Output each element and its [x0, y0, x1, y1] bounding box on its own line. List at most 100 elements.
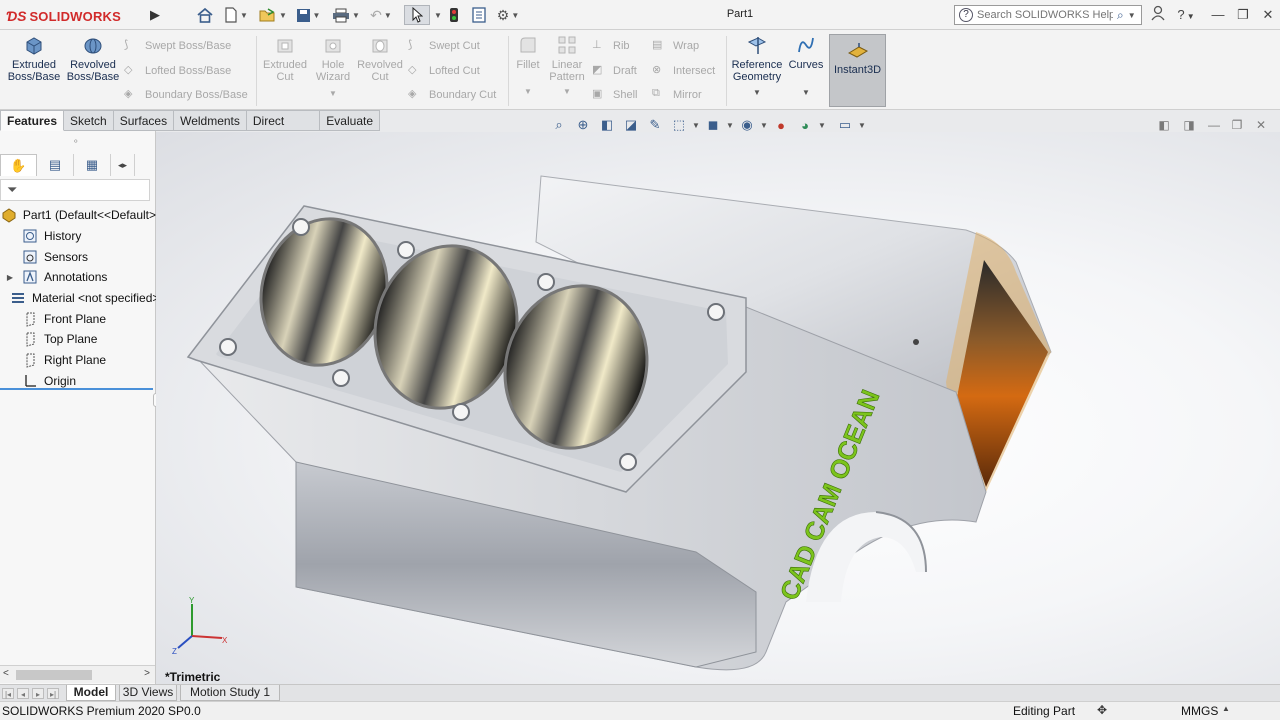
property-manager-tab-icon[interactable]: ▤	[37, 154, 74, 176]
curves-dropdown-icon[interactable]: ▼	[786, 87, 826, 99]
extruded-cut-button[interactable]: Extruded Cut	[260, 34, 310, 83]
search-input[interactable]	[977, 9, 1113, 21]
rebuild-icon[interactable]	[444, 5, 464, 25]
extruded-boss-button[interactable]: Extruded Boss/Base	[6, 34, 62, 83]
intersect-button[interactable]: ⊗ Intersect	[652, 61, 715, 81]
part-model-3d[interactable]: CAD CAM OCEAN	[156, 132, 1280, 684]
close-icon[interactable]: ✕	[1258, 5, 1278, 25]
view-settings-dropdown-icon[interactable]: ▼	[858, 121, 866, 130]
tree-item-right-plane[interactable]: Right Plane	[0, 350, 156, 371]
unit-system-dropdown-icon[interactable]: ▲	[1222, 704, 1230, 713]
display-style-dropdown-icon[interactable]: ▼	[726, 121, 734, 130]
tree-item-history[interactable]: History	[0, 226, 156, 247]
swept-boss-button[interactable]: ⟆ Swept Boss/Base	[124, 36, 231, 56]
rebuild-status-icon[interactable]: ✥	[1097, 703, 1107, 717]
graphics-area[interactable]: CAD CAM OCEAN Y X Z *Trimetric	[156, 132, 1280, 684]
tab-direct-editing[interactable]: Direct Editing	[246, 110, 321, 148]
boundary-boss-label: Boundary Boss/Base	[145, 89, 248, 101]
revolved-boss-button[interactable]: Revolved Boss/Base	[66, 34, 120, 83]
lofted-boss-button[interactable]: ◇ Lofted Boss/Base	[124, 61, 231, 81]
tab-model[interactable]: Model	[66, 685, 116, 701]
open-icon[interactable]: ▼	[256, 5, 290, 25]
rollback-bar[interactable]	[0, 388, 153, 390]
tree-item-front-plane[interactable]: Front Plane	[0, 308, 156, 329]
boundary-cut-button[interactable]: ◈ Boundary Cut	[408, 85, 496, 105]
shell-button[interactable]: ▣ Shell	[592, 85, 637, 105]
menu-expand-arrow-icon[interactable]: ▶	[150, 6, 162, 24]
restore-icon[interactable]: ❐	[1233, 5, 1253, 25]
curves-button[interactable]: Curves ▼	[786, 34, 826, 99]
tab-3d-views[interactable]: 3D Views	[119, 685, 177, 701]
apply-scene-dropdown-icon[interactable]: ▼	[818, 121, 826, 130]
print-icon[interactable]: ▼	[330, 5, 362, 25]
first-tab-icon[interactable]: |◂	[2, 688, 14, 699]
fillet-dropdown-icon[interactable]: ▼	[512, 86, 544, 98]
tree-item-label: Top Plane	[44, 332, 98, 347]
scrollbar-thumb[interactable]	[16, 670, 92, 680]
revolved-cut-icon	[372, 39, 388, 53]
last-tab-icon[interactable]: ▸|	[47, 688, 59, 699]
tab-evaluate[interactable]: Evaluate	[320, 110, 380, 131]
status-bar: SOLIDWORKS Premium 2020 SP0.0 Editing Pa…	[0, 701, 1280, 720]
next-tab-icon[interactable]: ▸	[32, 688, 44, 699]
tab-motion-study-1[interactable]: Motion Study 1	[180, 685, 280, 701]
tree-horizontal-scrollbar[interactable]: < >	[0, 665, 155, 683]
undo-icon[interactable]: ↶ ▼	[368, 5, 394, 25]
draft-button[interactable]: ◩ Draft	[592, 61, 637, 81]
panel-tabs-scroll-icon[interactable]: ◂▸	[111, 154, 135, 176]
tab-surfaces[interactable]: Surfaces	[113, 110, 175, 131]
scroll-right-icon[interactable]: >	[144, 668, 150, 679]
annotations-icon	[22, 269, 38, 285]
help-menu-icon[interactable]: ? ▼	[1172, 5, 1200, 25]
tab-sketch[interactable]: Sketch	[64, 110, 114, 131]
tree-item-top-plane[interactable]: Top Plane	[0, 329, 156, 350]
instant3d-button[interactable]: Instant3D	[829, 34, 886, 107]
new-document-icon[interactable]: ▼	[220, 5, 252, 25]
revolved-cut-button[interactable]: Revolved Cut	[356, 34, 404, 83]
panel-grip-icon[interactable]: ⚬	[72, 136, 80, 147]
unit-system[interactable]: MMGS	[1181, 704, 1218, 718]
user-account-icon[interactable]	[1148, 5, 1168, 25]
revolved-boss-icon	[84, 38, 102, 54]
home-icon[interactable]	[194, 5, 216, 25]
lofted-cut-button[interactable]: ◇ Lofted Cut	[408, 61, 480, 81]
search-help-box[interactable]: ? ⌕ ▼	[954, 5, 1142, 25]
wrap-button[interactable]: ▤ Wrap	[652, 36, 699, 56]
select-dropdown-icon[interactable]: ▼	[432, 5, 442, 25]
linear-pattern-button[interactable]: Linear Pattern ▼	[548, 34, 586, 98]
tab-features[interactable]: Features	[0, 110, 65, 131]
file-properties-icon[interactable]	[468, 5, 490, 25]
tree-item-material[interactable]: Material <not specified>	[0, 288, 156, 309]
swept-cut-button[interactable]: ⟆ Swept Cut	[408, 36, 480, 56]
tree-item-annotations[interactable]: ▶ Annotations	[0, 267, 156, 288]
reference-geometry-dropdown-icon[interactable]: ▼	[730, 87, 784, 99]
rib-button[interactable]: ⊥ Rib	[592, 36, 630, 56]
options-gear-icon[interactable]: ⚙ ▼	[492, 5, 524, 25]
hide-show-dropdown-icon[interactable]: ▼	[760, 121, 768, 130]
expand-arrow-icon[interactable]: ▶	[4, 273, 16, 282]
minimize-icon[interactable]: —	[1208, 5, 1228, 25]
reference-triad[interactable]: Y X Z	[172, 596, 232, 656]
document-title: Part1	[726, 8, 754, 20]
search-dropdown-icon[interactable]: ▼	[1128, 11, 1136, 20]
mirror-button[interactable]: ⧉ Mirror	[652, 85, 702, 105]
reference-geometry-button[interactable]: Reference Geometry ▼	[730, 34, 784, 99]
boundary-boss-button[interactable]: ◈ Boundary Boss/Base	[124, 85, 248, 105]
solidworks-logo[interactable]: ƊS SOLIDWORKS	[6, 6, 121, 26]
view-orientation-dropdown-icon[interactable]: ▼	[692, 121, 700, 130]
hole-wizard-dropdown-icon[interactable]: ▼	[312, 88, 354, 100]
select-icon[interactable]	[404, 5, 430, 25]
tree-filter[interactable]: ⏷	[0, 179, 150, 201]
hole-wizard-button[interactable]: Hole Wizard ▼	[312, 34, 354, 100]
previous-tab-icon[interactable]: ◂	[17, 688, 29, 699]
fillet-button[interactable]: Fillet ▼	[512, 34, 544, 98]
tree-item-sensors[interactable]: Sensors	[0, 246, 156, 267]
feature-manager-tab-icon[interactable]: ✋	[0, 154, 37, 176]
search-icon[interactable]: ⌕	[1117, 8, 1124, 23]
tree-root-part[interactable]: Part1 (Default<<Default>	[0, 205, 156, 226]
save-icon[interactable]: ▼	[294, 5, 322, 25]
tab-weldments[interactable]: Weldments	[174, 110, 247, 131]
linear-pattern-dropdown-icon[interactable]: ▼	[548, 86, 586, 98]
scroll-left-icon[interactable]: <	[3, 668, 9, 679]
configuration-manager-tab-icon[interactable]: ▦	[74, 154, 111, 176]
